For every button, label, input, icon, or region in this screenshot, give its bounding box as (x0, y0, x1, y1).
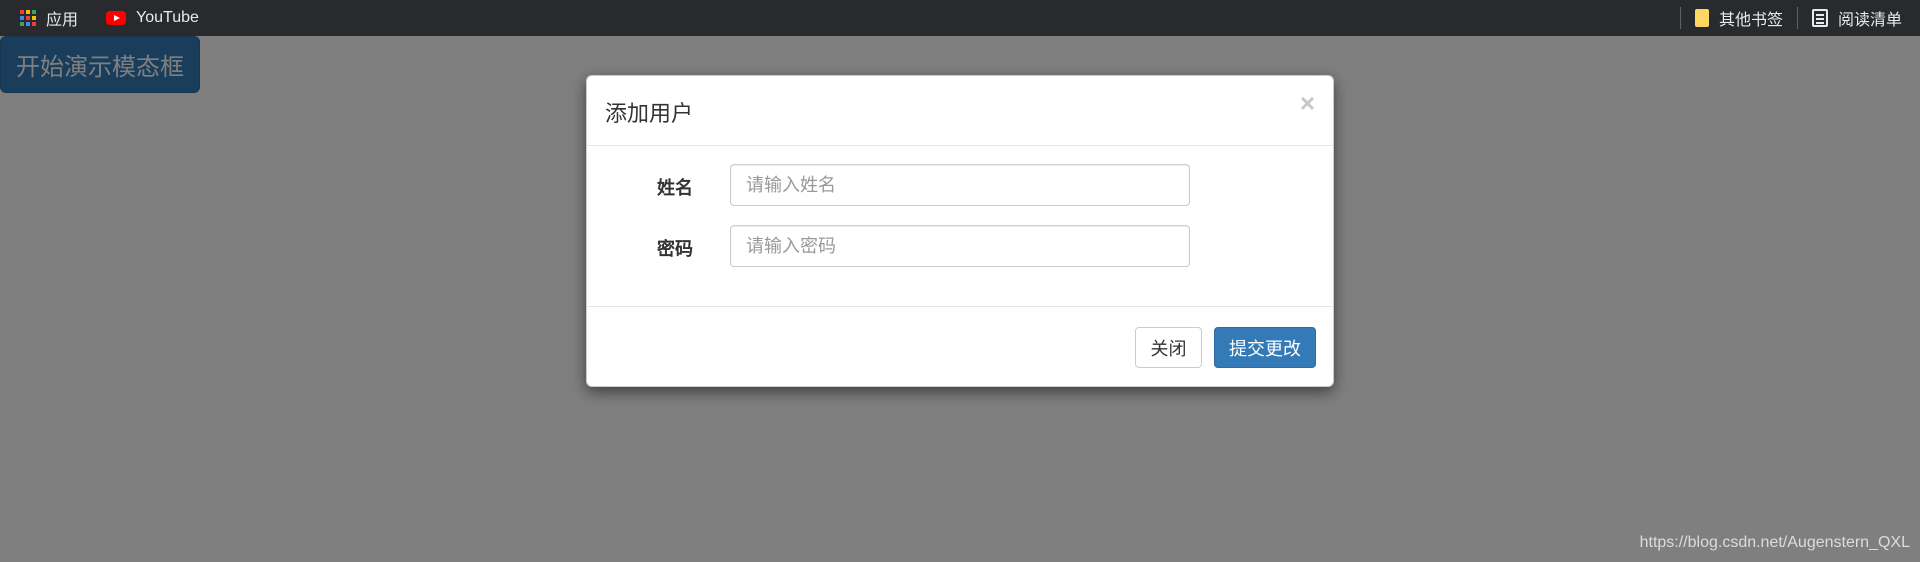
submit-button[interactable]: 提交更改 (1214, 327, 1316, 368)
form-row-name: 姓名 (587, 164, 1333, 206)
bookmark-other[interactable]: 其他书签 (1687, 4, 1791, 32)
add-user-modal: 添加用户 × 姓名 密码 关闭 提交更改 (586, 75, 1334, 387)
modal-header: 添加用户 × (587, 76, 1333, 146)
close-icon[interactable]: × (1300, 90, 1315, 116)
password-input[interactable] (730, 225, 1190, 267)
bookmarks-separator (1796, 7, 1798, 29)
bookmark-apps[interactable]: 应用 (12, 4, 86, 32)
bookmarks-bar: 应用 YouTube 其他书签 阅读清单 (0, 0, 1920, 36)
bookmark-other-label: 其他书签 (1718, 12, 1783, 29)
name-label: 姓名 (657, 178, 693, 198)
apps-grid-icon (20, 10, 36, 26)
bookmark-reading-list-label: 阅读清单 (1837, 12, 1902, 29)
bookmarks-separator (1679, 7, 1681, 29)
bookmark-apps-label: 应用 (46, 12, 79, 29)
bookmark-youtube[interactable]: YouTube (98, 4, 207, 32)
close-button[interactable]: 关闭 (1135, 327, 1202, 368)
password-label: 密码 (657, 239, 693, 259)
bookmark-reading-list[interactable]: 阅读清单 (1804, 4, 1910, 32)
bookmark-youtube-label: YouTube (136, 9, 199, 26)
reading-list-icon (1811, 9, 1828, 27)
modal-footer: 关闭 提交更改 (587, 307, 1333, 387)
modal-title: 添加用户 (605, 101, 694, 126)
modal-body: 姓名 密码 (587, 146, 1333, 307)
folder-icon (1694, 9, 1709, 27)
name-input[interactable] (730, 164, 1190, 206)
youtube-icon (106, 11, 127, 25)
watermark: https://blog.csdn.net/Augenstern_QXL (1639, 534, 1910, 551)
form-row-password: 密码 (587, 225, 1333, 267)
